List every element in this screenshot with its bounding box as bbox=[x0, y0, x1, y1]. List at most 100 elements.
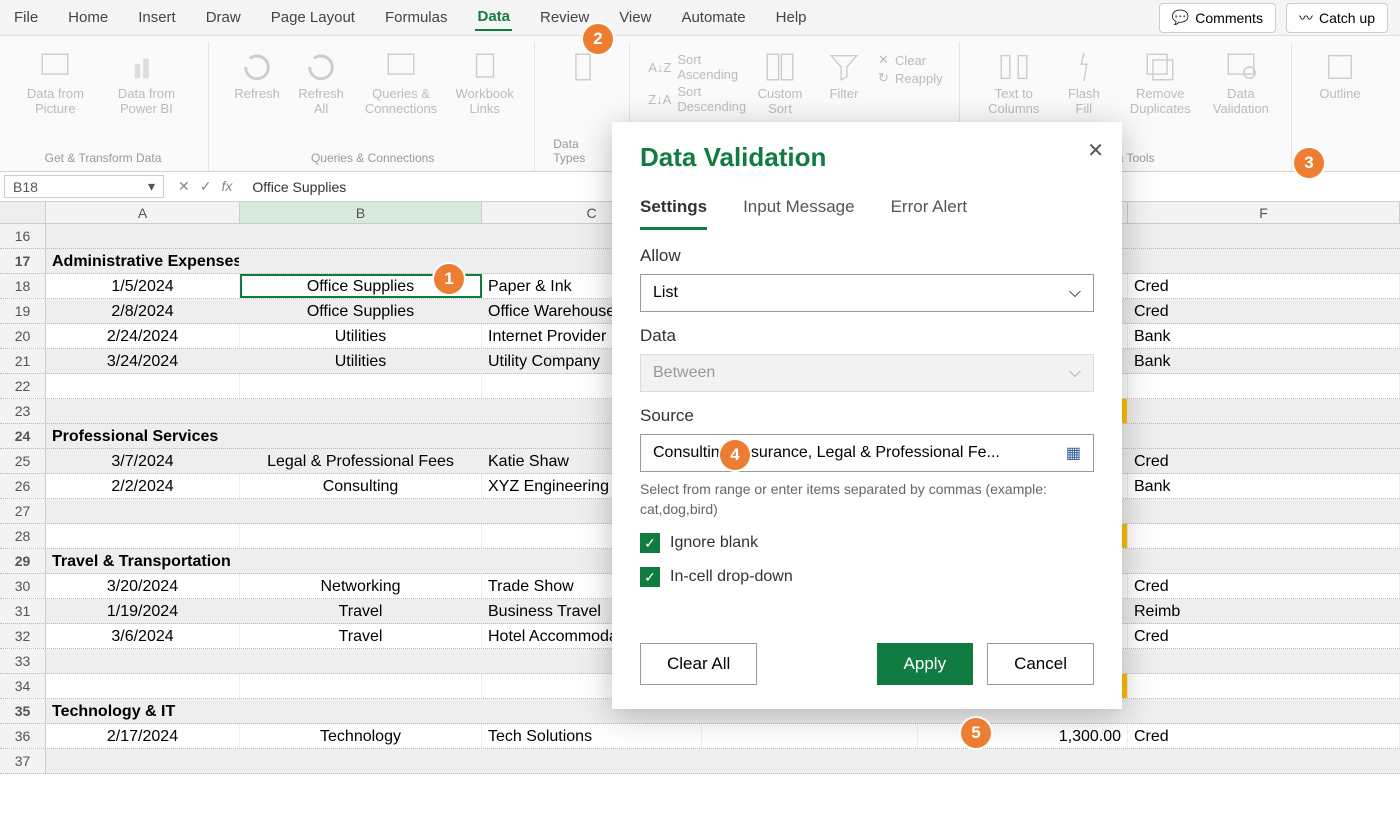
cell[interactable]: Cred bbox=[1128, 724, 1400, 748]
cell[interactable]: Utilities bbox=[240, 324, 482, 348]
cell[interactable] bbox=[46, 749, 240, 773]
cell[interactable]: 1/19/2024 bbox=[46, 599, 240, 623]
custom-sort-button[interactable]: Custom Sort bbox=[750, 46, 810, 120]
cell[interactable] bbox=[1128, 249, 1400, 273]
menu-view[interactable]: View bbox=[617, 5, 653, 30]
cell[interactable] bbox=[46, 399, 240, 423]
row-header[interactable]: 16 bbox=[0, 224, 46, 248]
name-box[interactable]: B18▾ bbox=[4, 175, 164, 198]
cell[interactable]: Cred bbox=[1128, 574, 1400, 598]
cell[interactable]: Professional Services bbox=[46, 424, 240, 448]
close-icon[interactable]: ✕ bbox=[1087, 138, 1104, 163]
ignore-blank-checkbox[interactable]: ✓Ignore blank bbox=[640, 533, 1094, 553]
cell[interactable] bbox=[240, 224, 482, 248]
cell[interactable]: 1,300.00 bbox=[918, 724, 1128, 748]
cell[interactable] bbox=[1128, 399, 1400, 423]
column-header[interactable]: F bbox=[1128, 202, 1400, 223]
cell[interactable] bbox=[46, 374, 240, 398]
reapply-button[interactable]: ↻Reapply bbox=[878, 70, 943, 86]
menu-data[interactable]: Data bbox=[475, 4, 512, 31]
menu-review[interactable]: Review bbox=[538, 5, 591, 30]
menu-home[interactable]: Home bbox=[66, 5, 110, 30]
source-input[interactable]: Consulting, Insurance, Legal & Professio… bbox=[640, 434, 1094, 472]
cell[interactable]: Bank bbox=[1128, 349, 1400, 373]
cell[interactable]: 3/6/2024 bbox=[46, 624, 240, 648]
cell[interactable] bbox=[1128, 749, 1400, 773]
in-cell-dropdown-checkbox[interactable]: ✓In-cell drop-down bbox=[640, 567, 1094, 587]
cell[interactable]: Networking bbox=[240, 574, 482, 598]
cell[interactable] bbox=[1128, 499, 1400, 523]
refresh-button[interactable]: Refresh bbox=[227, 46, 287, 105]
sort-descending-button[interactable]: Z↓ASort Descending bbox=[648, 84, 746, 114]
menu-automate[interactable]: Automate bbox=[679, 5, 747, 30]
cancel-button[interactable]: Cancel bbox=[987, 643, 1094, 685]
column-header[interactable]: A bbox=[46, 202, 240, 223]
cell[interactable]: Utilities bbox=[240, 349, 482, 373]
apply-button[interactable]: Apply bbox=[877, 643, 974, 685]
cell[interactable]: Cred bbox=[1128, 299, 1400, 323]
select-all-corner[interactable] bbox=[0, 202, 46, 223]
menu-formulas[interactable]: Formulas bbox=[383, 5, 450, 30]
tab-settings[interactable]: Settings bbox=[640, 197, 707, 230]
cell[interactable]: Cred bbox=[1128, 624, 1400, 648]
data-from-picture-button[interactable]: Data from Picture bbox=[14, 46, 97, 120]
row-header[interactable]: 19 bbox=[0, 299, 46, 323]
data-validation-button[interactable]: Data Validation bbox=[1207, 46, 1275, 120]
cell[interactable]: Technology & IT bbox=[46, 699, 240, 723]
cancel-formula-icon[interactable]: ✕ bbox=[178, 178, 190, 195]
row-header[interactable]: 36 bbox=[0, 724, 46, 748]
accept-formula-icon[interactable]: ✓ bbox=[200, 178, 212, 195]
menu-draw[interactable]: Draw bbox=[204, 5, 243, 30]
fx-icon[interactable]: fx bbox=[221, 178, 232, 195]
cell[interactable] bbox=[1128, 674, 1400, 698]
cell[interactable] bbox=[46, 674, 240, 698]
cell-dropdown-handle[interactable]: ▼ bbox=[481, 274, 482, 298]
cell[interactable]: Travel & Transportation bbox=[46, 549, 240, 573]
cell[interactable]: 2/24/2024 bbox=[46, 324, 240, 348]
cell[interactable] bbox=[1128, 549, 1400, 573]
row-header[interactable]: 20 bbox=[0, 324, 46, 348]
cell[interactable] bbox=[240, 699, 482, 723]
cell[interactable] bbox=[240, 749, 482, 773]
cell[interactable] bbox=[240, 399, 482, 423]
filter-button[interactable]: Filter bbox=[814, 46, 874, 105]
column-header[interactable]: B bbox=[240, 202, 482, 223]
cell[interactable]: Technology bbox=[240, 724, 482, 748]
cell[interactable]: 2/8/2024 bbox=[46, 299, 240, 323]
row-header[interactable]: 23 bbox=[0, 399, 46, 423]
data-from-powerbi-button[interactable]: Data from Power BI bbox=[101, 46, 192, 120]
cell[interactable]: 3/7/2024 bbox=[46, 449, 240, 473]
refresh-all-button[interactable]: Refresh All bbox=[291, 46, 351, 120]
row-header[interactable]: 26 bbox=[0, 474, 46, 498]
cell[interactable] bbox=[240, 674, 482, 698]
comments-button[interactable]: 💬Comments bbox=[1159, 3, 1276, 33]
cell[interactable] bbox=[702, 724, 918, 748]
cell[interactable] bbox=[240, 499, 482, 523]
row-header[interactable]: 21 bbox=[0, 349, 46, 373]
row-header[interactable]: 29 bbox=[0, 549, 46, 573]
row-header[interactable]: 37 bbox=[0, 749, 46, 773]
row-header[interactable]: 34 bbox=[0, 674, 46, 698]
cell[interactable] bbox=[1128, 524, 1400, 548]
cell[interactable]: 3/24/2024 bbox=[46, 349, 240, 373]
range-picker-icon[interactable]: ▦ bbox=[1066, 443, 1081, 463]
cell[interactable] bbox=[46, 499, 240, 523]
queries-connections-button[interactable]: Queries & Connections bbox=[355, 46, 447, 120]
row-header[interactable]: 32 bbox=[0, 624, 46, 648]
row-header[interactable]: 22 bbox=[0, 374, 46, 398]
cell[interactable]: Travel bbox=[240, 624, 482, 648]
cell[interactable]: Reimb bbox=[1128, 599, 1400, 623]
catch-up-button[interactable]: 〰Catch up bbox=[1286, 3, 1388, 33]
cell[interactable] bbox=[240, 524, 482, 548]
cell[interactable] bbox=[918, 749, 1128, 773]
cell[interactable] bbox=[1128, 649, 1400, 673]
sort-ascending-button[interactable]: A↓ZSort Ascending bbox=[648, 52, 746, 82]
cell[interactable]: Consulting bbox=[240, 474, 482, 498]
cell[interactable] bbox=[46, 224, 240, 248]
cell[interactable]: Cred bbox=[1128, 449, 1400, 473]
text-to-columns-button[interactable]: Text to Columns bbox=[978, 46, 1050, 120]
cell[interactable]: Travel bbox=[240, 599, 482, 623]
tab-error-alert[interactable]: Error Alert bbox=[891, 197, 968, 230]
outline-button[interactable]: Outline bbox=[1310, 46, 1370, 105]
row-header[interactable]: 27 bbox=[0, 499, 46, 523]
